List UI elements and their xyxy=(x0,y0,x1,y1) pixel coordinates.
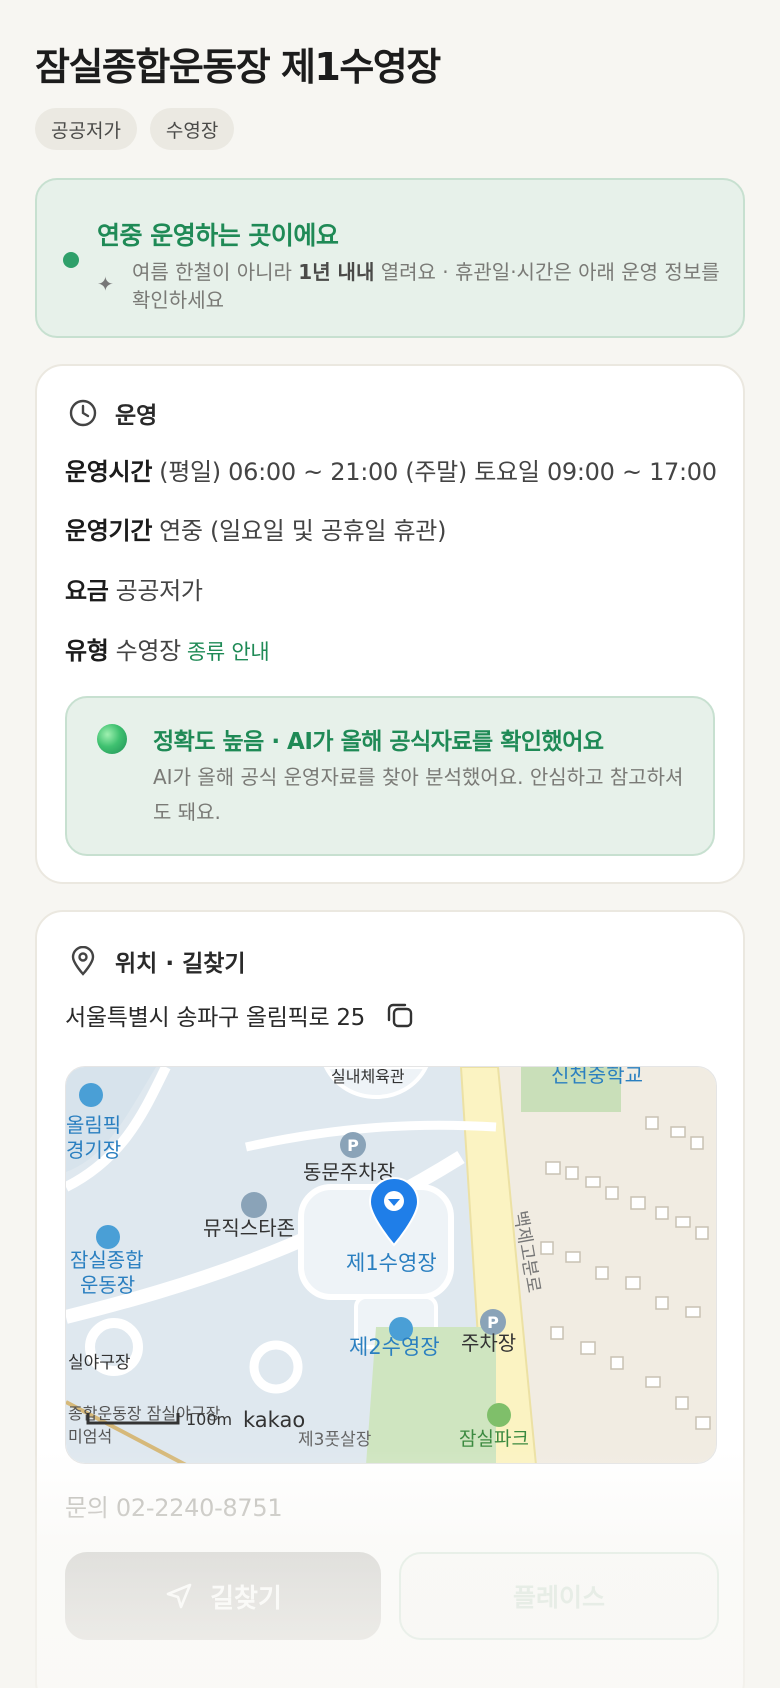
notice-body-text: 여름 한철이 아니라 xyxy=(132,260,299,284)
map-label-stadium-short: 경기장 xyxy=(66,1138,121,1162)
location-card: 위치 · 길찾기 서울특별시 송파구 올림픽로 25 P P 실내체육관 신천중… xyxy=(35,910,745,1688)
fee-row: 요금 공공저가 xyxy=(65,571,203,606)
accuracy-notice: 정확도 높음 · AI가 올해 공식자료를 확인했어요 AI가 올해 공식 운영… xyxy=(65,696,715,856)
map-label-futsal: 제3풋살장 xyxy=(298,1430,372,1450)
map-label-east-parking: 동문주차장 xyxy=(303,1160,395,1184)
accuracy-indicator-icon xyxy=(97,724,127,754)
hours-label: 운영시간 xyxy=(65,458,153,486)
operation-heading: 운영 xyxy=(67,396,157,430)
fee-value: 공공저가 xyxy=(115,577,203,605)
type-guide-link[interactable]: 종류 안내 xyxy=(187,640,270,664)
period-row: 운영기간 연중 (일요일 및 공휴일 휴관) xyxy=(65,511,446,546)
copy-icon[interactable] xyxy=(385,1000,415,1030)
map-label-olympic: 올림픽 xyxy=(66,1113,121,1137)
notice-body: 여름 한철이 아니라 1년 내내 열려요 · 휴관일·시간은 아래 운영 정보를… xyxy=(132,258,722,314)
clock-icon xyxy=(67,397,99,429)
parking-icon-2: P xyxy=(487,1313,499,1332)
year-round-notice: 연중 운영하는 곳이에요 ✦ 여름 한철이 아니라 1년 내내 열려요 · 휴관… xyxy=(35,178,745,338)
map-label-main-stadium-2: 운동장 xyxy=(80,1273,135,1297)
location-map[interactable]: P P 실내체육관 신천중학교 올림픽 경기장 동문주차장 뮤직스타존 제1수영… xyxy=(65,1066,717,1464)
type-value: 수영장 xyxy=(115,637,182,665)
accuracy-heading: 정확도 높음 · AI가 올해 공식자료를 확인했어요 xyxy=(153,729,604,755)
fee-label: 요금 xyxy=(65,577,109,605)
place-detail-page: 잠실종합운동장 제1수영장 공공저가 수영장 연중 운영하는 곳이에요 ✦ 여름… xyxy=(0,0,780,1688)
address-text: 서울특별시 송파구 올림픽로 25 xyxy=(65,1005,366,1031)
contact-phone[interactable]: 문의 02-2240-8751 xyxy=(65,1488,283,1523)
operation-card: 운영 운영시간 (평일) 06:00 ~ 21:00 (주말) 토요일 09:00… xyxy=(35,364,745,884)
tag-price[interactable]: 공공저가 xyxy=(35,108,137,150)
location-heading: 위치 · 길찾기 xyxy=(67,944,246,978)
sparkle-icon: ✦ xyxy=(97,272,114,296)
hours-row: 운영시간 (평일) 06:00 ~ 21:00 (주말) 토요일 09:00 ~ … xyxy=(65,452,717,487)
operation-heading-label: 운영 xyxy=(115,403,158,429)
map-label-park: 잠실파크 xyxy=(459,1428,529,1450)
type-label: 유형 xyxy=(65,637,109,665)
location-pin-icon xyxy=(67,945,99,977)
place-button[interactable]: 플레이스 xyxy=(399,1552,719,1640)
map-label-museum: 뮤직스타존 xyxy=(203,1216,295,1240)
map-label-gym: 실내체육관 xyxy=(331,1067,405,1086)
map-scale: 100m xyxy=(186,1410,232,1429)
tag-list: 공공저가 수영장 xyxy=(35,108,235,150)
map-label-pool1: 제1수영장 xyxy=(346,1251,437,1275)
navigation-arrow-icon xyxy=(166,1583,192,1609)
map-label-parking: 주차장 xyxy=(461,1331,516,1355)
map-label-baseball: 실야구장 xyxy=(68,1353,131,1373)
map-brand: kakao xyxy=(243,1408,305,1432)
notice-heading: 연중 운영하는 곳이에요 xyxy=(97,221,339,250)
map-label-school: 신천중학교 xyxy=(551,1067,643,1087)
directions-button[interactable]: 길찾기 xyxy=(65,1552,381,1640)
period-label: 운영기간 xyxy=(65,517,153,545)
notice-body-bold: 1년 내내 xyxy=(298,260,375,284)
period-value: 연중 (일요일 및 공휴일 휴관) xyxy=(159,517,447,545)
location-heading-label: 위치 · 길찾기 xyxy=(115,951,246,977)
tag-category[interactable]: 수영장 xyxy=(149,108,235,150)
map-label-main-stadium-1: 잠실종합 xyxy=(70,1248,144,1272)
accuracy-body: AI가 올해 공식 운영자료를 찾아 분석했어요. 안심하고 참고하셔도 돼요. xyxy=(153,765,684,824)
map-label-extra: 미엄석 xyxy=(68,1427,112,1446)
type-row: 유형 수영장 종류 안내 xyxy=(65,631,270,666)
directions-label: 길찾기 xyxy=(210,1583,282,1614)
hours-value: (평일) 06:00 ~ 21:00 (주말) 토요일 09:00 ~ 17:0… xyxy=(159,458,717,486)
map-label-pool2: 제2수영장 xyxy=(349,1335,440,1359)
page-title: 잠실종합운동장 제1수영장 xyxy=(35,45,441,89)
address-row: 서울특별시 송파구 올림픽로 25 xyxy=(65,998,415,1032)
parking-icon-1: P xyxy=(347,1136,359,1155)
status-dot xyxy=(63,252,79,268)
